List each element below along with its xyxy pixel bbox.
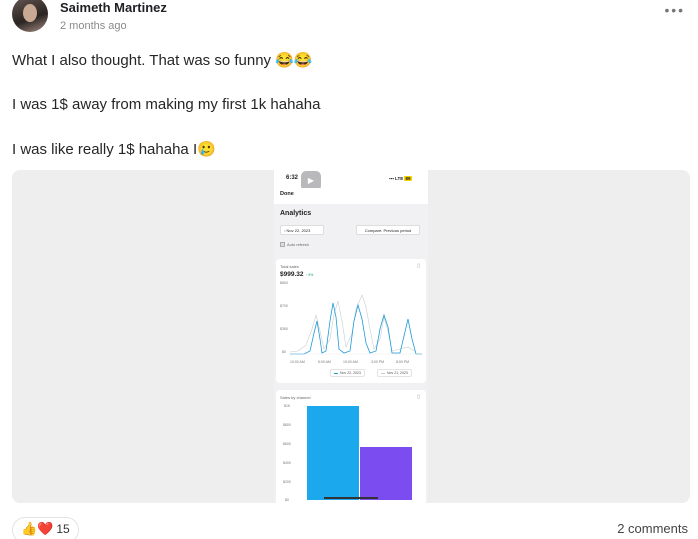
post-paragraph: I was like really 1$ hahaha I🥲 bbox=[12, 141, 216, 158]
x-tick: 8:00 PM bbox=[396, 360, 410, 364]
x-tick: 5:00 AM bbox=[318, 360, 331, 364]
sales-bar-chart bbox=[307, 406, 412, 500]
x-tick: 10:00 AM bbox=[343, 360, 358, 364]
post-header: Saimeth Martinez 2 months ago • • • bbox=[12, 0, 688, 40]
phone-status-bar: 6:32 ▶ ▪▪▪ LTE 89 bbox=[274, 170, 428, 191]
sales-line-chart bbox=[289, 294, 422, 355]
bar-channel-2 bbox=[360, 447, 412, 500]
thumbs-up-heart-icon: 👍❤️ bbox=[21, 521, 54, 536]
status-time: 6:32 bbox=[286, 175, 299, 181]
auto-refresh-toggle: Auto refresh bbox=[280, 242, 309, 247]
post-paragraph: What I also thought. That was so funny 😂… bbox=[12, 52, 313, 69]
more-options-icon[interactable]: • • • bbox=[665, 3, 684, 17]
reactions-button[interactable]: 👍❤️ 15 bbox=[12, 517, 79, 539]
reaction-count: 15 bbox=[56, 522, 70, 536]
analytics-title: Analytics bbox=[280, 210, 312, 217]
checkbox-icon bbox=[280, 242, 285, 247]
signal-icon: ▪▪▪ LTE 89 bbox=[389, 176, 412, 181]
compare-filter: Compare: Previous period bbox=[356, 225, 420, 235]
comments-link[interactable]: 2 comments bbox=[617, 521, 688, 536]
avatar[interactable] bbox=[12, 0, 48, 32]
date-filter: ▫ Nov 22, 2023 bbox=[280, 225, 324, 235]
done-button: Done bbox=[280, 191, 294, 197]
x-tick: 10:00 AM bbox=[290, 360, 305, 364]
legend-previous: Nov 21, 2023 bbox=[377, 369, 412, 377]
sales-by-channel-card: Sales by channel ▯ $1K $800 $600 $400 $2… bbox=[276, 390, 426, 503]
phone-screenshot: 6:32 ▶ ▪▪▪ LTE 89 Done Analytics ▫ Nov 2… bbox=[274, 170, 428, 503]
previous-period-line bbox=[289, 294, 417, 353]
x-tick: 3:00 PM bbox=[371, 360, 385, 364]
battery-icon: 89 bbox=[404, 176, 412, 181]
total-sales-card: Total sales ▯ $999.32 ↑ 9% $653 $700 $350… bbox=[276, 259, 426, 383]
calendar-icon: ▫ bbox=[284, 228, 286, 233]
bar-channel-1 bbox=[307, 406, 359, 500]
legend-current: Nov 22, 2023 bbox=[330, 369, 365, 377]
post-timestamp: 2 months ago bbox=[60, 20, 127, 32]
post-image[interactable]: 6:32 ▶ ▪▪▪ LTE 89 Done Analytics ▫ Nov 2… bbox=[12, 170, 690, 503]
post-paragraph: I was 1$ away from making my first 1k ha… bbox=[12, 96, 321, 113]
author-name[interactable]: Saimeth Martinez bbox=[60, 0, 167, 15]
